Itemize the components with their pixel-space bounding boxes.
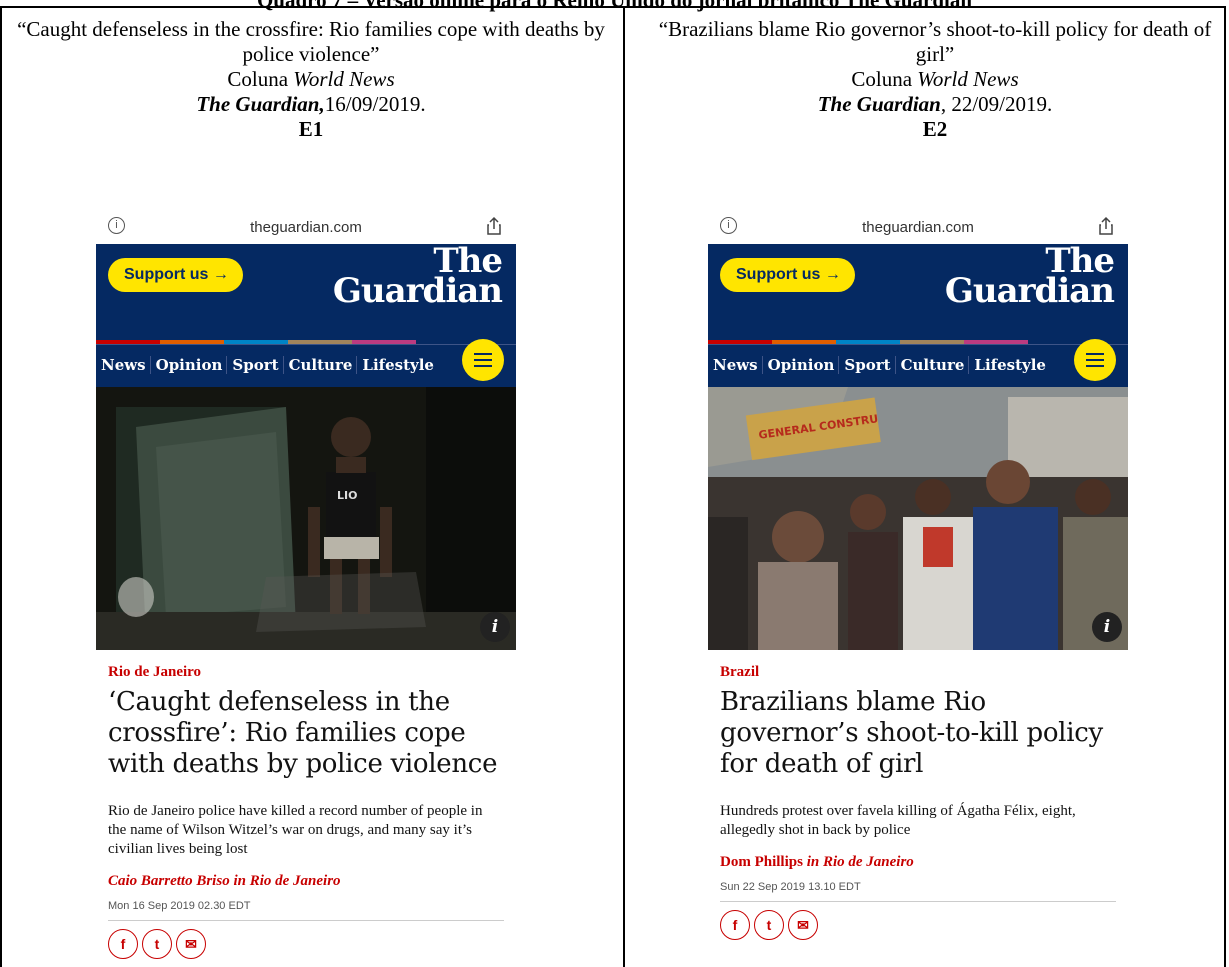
twitter-icon[interactable]: t	[142, 929, 172, 959]
share-buttons: f t ✉	[108, 929, 504, 959]
phone-screenshot-e1: i theguardian.com Support us → The Guard…	[96, 211, 516, 959]
caption-source: The Guardian,16/09/2019.	[3, 92, 619, 117]
caption-e2: “Brazilians blame Rio governor’s shoot-t…	[627, 8, 1229, 142]
byline-name: Dom Phillips	[720, 854, 803, 870]
caption-quote: “Brazilians blame Rio governor’s shoot-t…	[658, 17, 1212, 66]
nav-item-culture[interactable]: Culture	[900, 356, 970, 374]
article-header: Brazil Brazilians blame Rio governor’s s…	[708, 650, 1128, 940]
browser-url-bar[interactable]: i theguardian.com	[708, 211, 1128, 244]
standfirst: Rio de Janeiro police have killed a reco…	[108, 803, 483, 857]
caption-column-prefix: Coluna	[851, 67, 913, 91]
nav-item-opinion[interactable]: Opinion	[155, 356, 228, 374]
caption-publication: The Guardian	[817, 92, 941, 116]
caption-e1: “Caught defenseless in the crossfire: Ri…	[3, 8, 619, 142]
byline[interactable]: Dom Phillips in Rio de Janeiro	[720, 854, 1116, 871]
guardian-logo[interactable]: The Guardian	[944, 244, 1115, 311]
logo-line2: Guardian	[944, 271, 1115, 311]
column-divider	[623, 6, 625, 967]
caption-source: The Guardian, 22/09/2019.	[627, 92, 1229, 117]
article-photo: LIO i	[96, 387, 516, 650]
url-text: theguardian.com	[250, 219, 362, 236]
nav-bar: News Opinion Sport Culture Lifestyle	[96, 339, 516, 387]
support-us-button[interactable]: Support us →	[720, 258, 855, 292]
caption-code: E1	[298, 117, 324, 141]
byline[interactable]: Caio Barretto Briso in Rio de Janeiro	[108, 873, 504, 890]
nav-item-culture[interactable]: Culture	[288, 356, 358, 374]
column-e1: “Caught defenseless in the crossfire: Ri…	[3, 8, 619, 959]
standfirst: Hundreds protest over favela killing of …	[720, 803, 1076, 838]
nav-items: News Opinion Sport Culture Lifestyle	[100, 356, 442, 374]
caption-column-name: World News	[293, 67, 395, 91]
logo-line2: Guardian	[332, 271, 503, 311]
svg-text:LIO: LIO	[337, 489, 357, 502]
photo-info-button[interactable]: i	[480, 612, 510, 642]
guardian-masthead: Support us → The Guardian	[96, 244, 516, 344]
kicker[interactable]: Brazil	[720, 650, 1116, 681]
caption-column: Coluna World News	[627, 67, 1229, 92]
facebook-icon[interactable]: f	[720, 910, 750, 940]
caption-code: E2	[922, 117, 948, 141]
support-us-button[interactable]: Support us →	[108, 258, 243, 292]
article-photo: GENERAL CONSTRU i	[708, 387, 1128, 650]
caption-column-name: World News	[917, 67, 1019, 91]
dateline: Sun 22 Sep 2019 13.10 EDT	[720, 881, 1116, 902]
menu-button[interactable]	[462, 339, 504, 381]
byline-place: in Rio de Janeiro	[802, 854, 914, 870]
photo-info-button[interactable]: i	[1092, 612, 1122, 642]
share-icon[interactable]	[1096, 216, 1116, 236]
photo-protest-crowd: GENERAL CONSTRU	[708, 387, 1128, 650]
byline-name: Caio Barretto Briso in Rio de Janeiro	[108, 873, 341, 889]
twitter-icon[interactable]: t	[754, 910, 784, 940]
headline: ‘Caught defenseless in the crossfire’: R…	[108, 687, 498, 779]
nav-items: News Opinion Sport Culture Lifestyle	[712, 356, 1054, 374]
headline: Brazilians blame Rio governor’s shoot-to…	[720, 687, 1103, 779]
caption-column-prefix: Coluna	[227, 67, 289, 91]
caption-publication: The Guardian,	[196, 92, 325, 116]
guardian-masthead: Support us → The Guardian	[708, 244, 1128, 344]
nav-item-news[interactable]: News	[712, 356, 763, 374]
nav-item-lifestyle[interactable]: Lifestyle	[973, 356, 1050, 374]
nav-item-sport[interactable]: Sport	[231, 356, 284, 374]
kicker[interactable]: Rio de Janeiro	[108, 650, 504, 681]
photo-man-seated: LIO	[96, 387, 516, 650]
nav-bar: News Opinion Sport Culture Lifestyle	[708, 339, 1128, 387]
browser-url-bar[interactable]: i theguardian.com	[96, 211, 516, 244]
email-icon[interactable]: ✉	[176, 929, 206, 959]
caption-quote: “Caught defenseless in the crossfire: Ri…	[17, 17, 605, 66]
url-text: theguardian.com	[862, 219, 974, 236]
nav-item-opinion[interactable]: Opinion	[767, 356, 840, 374]
email-icon[interactable]: ✉	[788, 910, 818, 940]
share-icon[interactable]	[484, 216, 504, 236]
phone-screenshot-e2: i theguardian.com Support us → The Guard…	[708, 211, 1128, 940]
share-buttons: f t ✉	[720, 910, 1116, 940]
facebook-icon[interactable]: f	[108, 929, 138, 959]
column-e2: “Brazilians blame Rio governor’s shoot-t…	[627, 8, 1229, 940]
dateline: Mon 16 Sep 2019 02.30 EDT	[108, 900, 504, 921]
nav-item-sport[interactable]: Sport	[843, 356, 896, 374]
caption-date: 16/09/2019.	[324, 92, 426, 116]
article-header: Rio de Janeiro ‘Caught defenseless in th…	[96, 650, 516, 959]
nav-item-news[interactable]: News	[100, 356, 151, 374]
guardian-logo[interactable]: The Guardian	[332, 244, 503, 311]
menu-button[interactable]	[1074, 339, 1116, 381]
caption-date: , 22/09/2019.	[940, 92, 1053, 116]
caption-column: Coluna World News	[3, 67, 619, 92]
nav-item-lifestyle[interactable]: Lifestyle	[361, 356, 438, 374]
